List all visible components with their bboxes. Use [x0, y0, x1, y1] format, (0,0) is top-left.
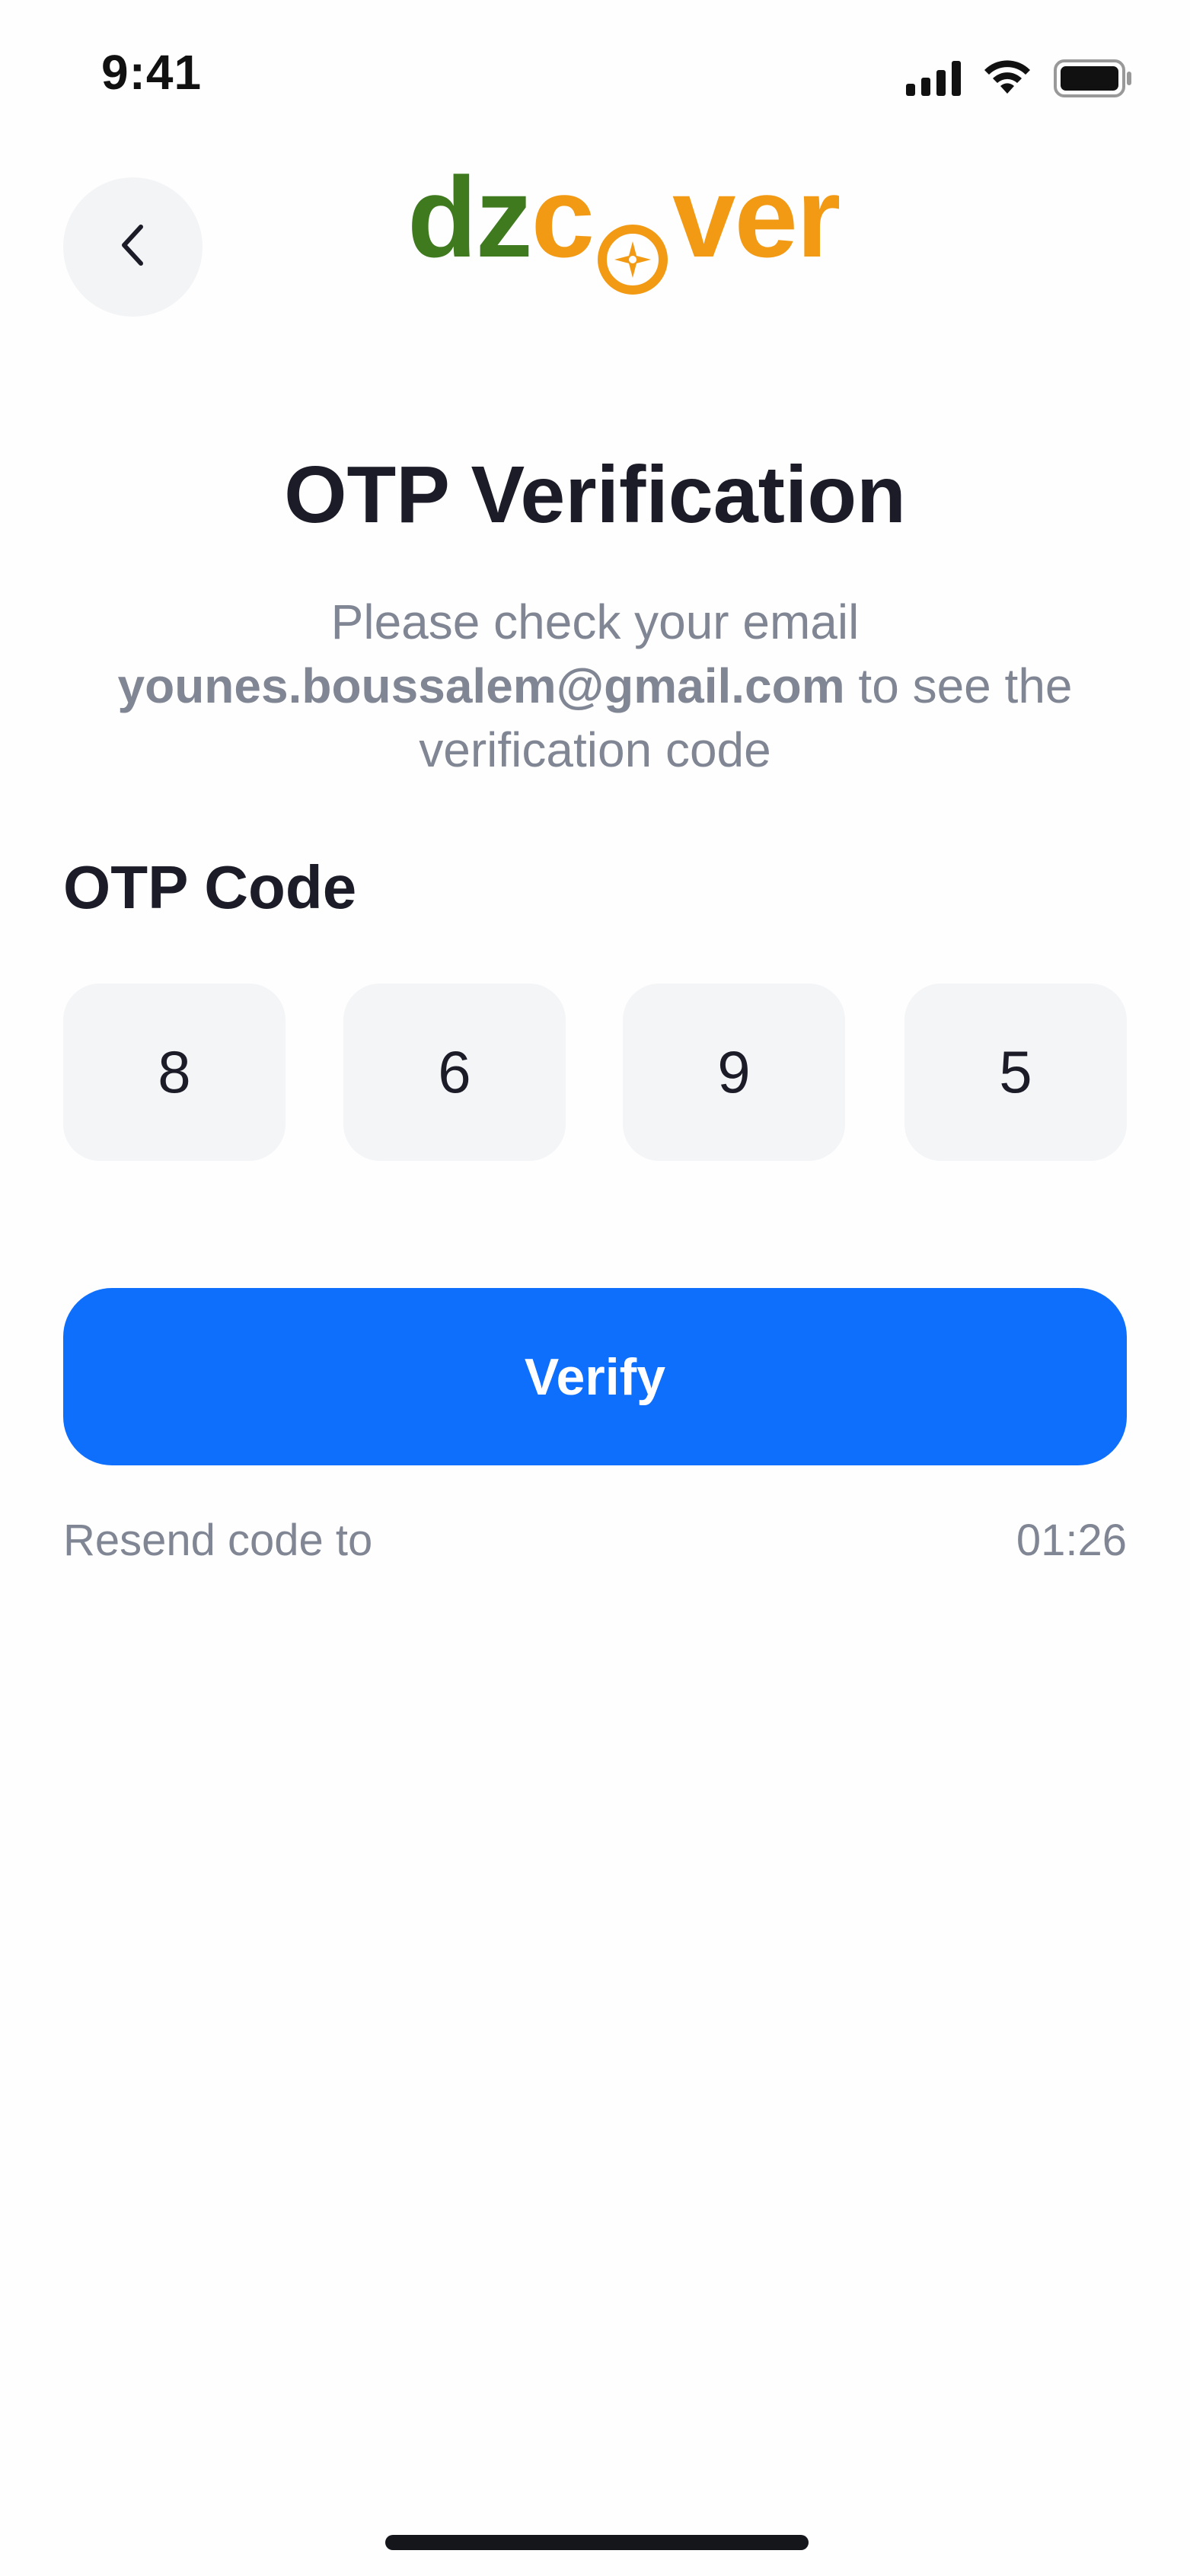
otp-digit-4-input[interactable]: 5: [904, 984, 1127, 1161]
otp-verification-screen: 9:41 dz c ver OTP Verification Please ch…: [0, 0, 1190, 2576]
logo-text-dz: dz: [407, 152, 533, 281]
chevron-left-icon: [118, 221, 148, 273]
battery-icon: [1054, 59, 1133, 101]
compass-icon: [596, 191, 669, 295]
resend-row: Resend code to 01:26: [63, 1515, 1127, 1566]
otp-digit-3-input[interactable]: 9: [623, 984, 845, 1161]
email-address: younes.boussalem@gmail.com: [117, 658, 845, 713]
wifi-icon: [982, 60, 1032, 100]
cellular-signal-icon: [906, 61, 961, 100]
logo-text-c: c: [531, 152, 595, 281]
instruction-line-2: younes.boussalem@gmail.com to see the: [53, 654, 1137, 718]
status-bar-time: 9:41: [101, 45, 203, 100]
dzcover-logo: dz c ver: [407, 153, 841, 295]
instruction-line-2-suffix: to see the: [844, 658, 1073, 713]
instruction-line-1: Please check your email: [330, 595, 860, 649]
verify-button[interactable]: Verify: [63, 1288, 1127, 1465]
instruction-line-3: verification code: [419, 722, 771, 777]
home-indicator: [385, 2535, 809, 2550]
resend-timer: 01:26: [1016, 1516, 1127, 1565]
logo-text-ver: ver: [672, 152, 841, 281]
otp-input-group: 8 6 9 5: [63, 984, 1127, 1161]
page-title: OTP Verification: [284, 450, 906, 540]
status-bar-icons: [906, 59, 1133, 101]
otp-code-label: OTP Code: [63, 853, 357, 921]
resend-code-link[interactable]: Resend code to: [63, 1515, 372, 1566]
instruction-text: Please check your email younes.boussalem…: [53, 590, 1137, 782]
otp-digit-2-input[interactable]: 6: [343, 984, 566, 1161]
back-button[interactable]: [63, 177, 203, 317]
otp-digit-1-input[interactable]: 8: [63, 984, 286, 1161]
